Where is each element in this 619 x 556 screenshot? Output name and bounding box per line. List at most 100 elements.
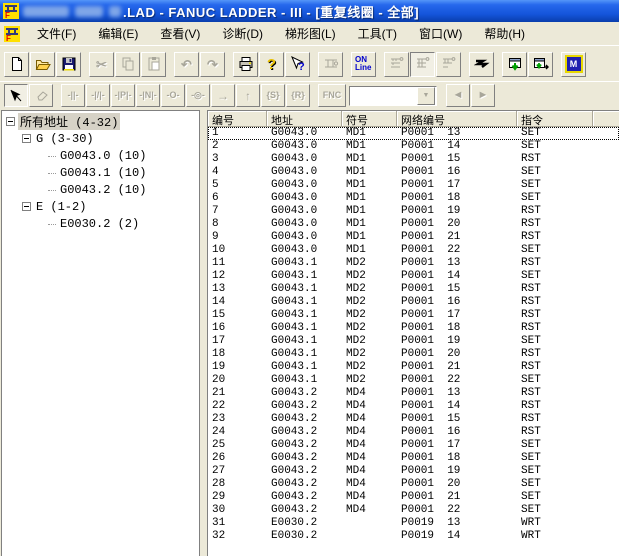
save-button[interactable] bbox=[56, 51, 81, 77]
cell-network: P0001 18 bbox=[401, 322, 461, 334]
net-view-2-button[interactable] bbox=[410, 51, 435, 77]
ladder-edit-button[interactable] bbox=[318, 51, 343, 77]
collapse-toggle[interactable] bbox=[6, 117, 15, 126]
table-row[interactable]: 9 G0043.0 MD1 P0001 21 RST bbox=[208, 231, 619, 244]
cell-number: 20 bbox=[212, 374, 226, 386]
context-help-button[interactable]: ? bbox=[285, 51, 310, 77]
table-row[interactable]: 3 G0043.0 MD1 P0001 15 RST bbox=[208, 153, 619, 166]
table-row[interactable]: 27 G0043.2 MD4 P0001 19 SET bbox=[208, 465, 619, 478]
tree-item-e-group[interactable]: E (1-2) bbox=[22, 200, 199, 214]
table-row[interactable]: 29 G0043.2 MD4 P0001 21 SET bbox=[208, 491, 619, 504]
contact-no-button[interactable]: -||- bbox=[61, 84, 85, 107]
document-icon[interactable]: F bbox=[4, 25, 20, 43]
select-tool-button[interactable] bbox=[4, 84, 28, 107]
table-row[interactable]: 31 E0030.2 P0019 13 WRT bbox=[208, 517, 619, 530]
import-net-button[interactable] bbox=[502, 51, 527, 77]
table-row[interactable]: 10 G0043.0 MD1 P0001 22 SET bbox=[208, 244, 619, 257]
table-row[interactable]: 4 G0043.0 MD1 P0001 16 SET bbox=[208, 166, 619, 179]
tree-item-all-addresses[interactable]: 所有地址 (4-32) bbox=[6, 113, 199, 130]
tree-item-e0030-2[interactable]: E0030.2 (2) bbox=[48, 217, 199, 231]
help-button[interactable]: ? bbox=[259, 51, 284, 77]
net-view-3-button[interactable] bbox=[436, 51, 461, 77]
table-row[interactable]: 22 G0043.2 MD4 P0001 14 RST bbox=[208, 400, 619, 413]
contact-nc-button[interactable]: -|/|- bbox=[86, 84, 110, 107]
collapse-toggle[interactable] bbox=[22, 134, 31, 143]
tree-item-g-group[interactable]: G (3-30) bbox=[22, 132, 199, 146]
table-row[interactable]: 8 G0043.0 MD1 P0001 20 RST bbox=[208, 218, 619, 231]
menu-edit[interactable]: 编辑(E) bbox=[87, 23, 149, 44]
table-row[interactable]: 16 G0043.1 MD2 P0001 18 RST bbox=[208, 322, 619, 335]
table-row[interactable]: 32 E0030.2 P0019 14 WRT bbox=[208, 530, 619, 543]
column-header-network[interactable]: 网络编号 bbox=[397, 111, 517, 127]
undo-button[interactable]: ↶ bbox=[174, 51, 199, 77]
contact-falling-button[interactable]: -|N|- bbox=[136, 84, 160, 107]
cell-number: 10 bbox=[212, 244, 226, 256]
paste-button[interactable] bbox=[141, 51, 166, 77]
table-row[interactable]: 30 G0043.2 MD4 P0001 22 SET bbox=[208, 504, 619, 517]
table-row[interactable]: 13 G0043.1 MD2 P0001 15 RST bbox=[208, 283, 619, 296]
redo-button[interactable]: ↷ bbox=[200, 51, 225, 77]
horizontal-line-button[interactable]: → bbox=[211, 84, 235, 107]
export-net-button[interactable] bbox=[528, 51, 553, 77]
collapse-toggle[interactable] bbox=[22, 202, 31, 211]
cell-network: P0001 18 bbox=[401, 452, 461, 464]
table-row[interactable]: 2 G0043.0 MD1 P0001 14 SET bbox=[208, 140, 619, 153]
function-combo[interactable]: ▼ bbox=[349, 85, 437, 106]
table-row[interactable]: 1 G0043.0 MD1 P0001 13 SET bbox=[208, 127, 619, 140]
fnc-button[interactable]: FNC bbox=[318, 84, 346, 107]
menu-tools[interactable]: 工具(T) bbox=[347, 23, 408, 44]
online-monitor-button[interactable]: ON Line bbox=[351, 51, 376, 77]
table-row[interactable]: 17 G0043.1 MD2 P0001 19 SET bbox=[208, 335, 619, 348]
tree-item-g0043-2[interactable]: G0043.2 (10) bbox=[48, 183, 199, 197]
cell-symbol: MD2 bbox=[346, 374, 366, 386]
print-button[interactable] bbox=[233, 51, 258, 77]
table-row[interactable]: 23 G0043.2 MD4 P0001 15 RST bbox=[208, 413, 619, 426]
table-row[interactable]: 28 G0043.2 MD4 P0001 20 SET bbox=[208, 478, 619, 491]
next-coil-button[interactable]: ► bbox=[471, 84, 495, 107]
column-header-number[interactable]: 编号 bbox=[208, 111, 267, 127]
table-row[interactable]: 6 G0043.0 MD1 P0001 18 SET bbox=[208, 192, 619, 205]
open-file-button[interactable] bbox=[30, 51, 55, 77]
menu-diagnose[interactable]: 诊断(D) bbox=[211, 23, 274, 44]
table-row[interactable]: 24 G0043.2 MD4 P0001 16 RST bbox=[208, 426, 619, 439]
collapse-net-button[interactable] bbox=[469, 51, 494, 77]
reset-coil-button[interactable]: {R} bbox=[286, 84, 310, 107]
column-header-symbol[interactable]: 符号 bbox=[342, 111, 397, 127]
tree-item-g0043-0[interactable]: G0043.0 (10) bbox=[48, 149, 199, 163]
table-row[interactable]: 20 G0043.1 MD2 P0001 22 SET bbox=[208, 374, 619, 387]
contact-rising-button[interactable]: -|P|- bbox=[111, 84, 135, 107]
table-row[interactable]: 12 G0043.1 MD2 P0001 14 SET bbox=[208, 270, 619, 283]
column-header-instruction[interactable]: 指令 bbox=[517, 111, 593, 127]
menu-ladder[interactable]: 梯形图(L) bbox=[274, 23, 347, 44]
table-row[interactable]: 5 G0043.0 MD1 P0001 17 SET bbox=[208, 179, 619, 192]
mnemonic-button[interactable]: M bbox=[561, 51, 586, 77]
table-row[interactable]: 21 G0043.2 MD4 P0001 13 RST bbox=[208, 387, 619, 400]
menu-view[interactable]: 查看(V) bbox=[149, 23, 211, 44]
cut-button[interactable]: ✂ bbox=[89, 51, 114, 77]
table-row[interactable]: 14 G0043.1 MD2 P0001 16 RST bbox=[208, 296, 619, 309]
table-row[interactable]: 11 G0043.1 MD2 P0001 13 RST bbox=[208, 257, 619, 270]
eraser-button[interactable] bbox=[29, 84, 53, 107]
set-coil-button[interactable]: {S} bbox=[261, 84, 285, 107]
chevron-down-icon[interactable]: ▼ bbox=[417, 86, 435, 105]
table-row[interactable]: 18 G0043.1 MD2 P0001 20 RST bbox=[208, 348, 619, 361]
column-header-address[interactable]: 地址 bbox=[267, 111, 342, 127]
new-file-button[interactable] bbox=[4, 51, 29, 77]
table-row[interactable]: 15 G0043.1 MD2 P0001 17 RST bbox=[208, 309, 619, 322]
coil-button[interactable]: -O- bbox=[161, 84, 185, 107]
prev-coil-button[interactable]: ◄ bbox=[446, 84, 470, 107]
table-row[interactable]: 7 G0043.0 MD1 P0001 19 RST bbox=[208, 205, 619, 218]
table-row[interactable]: 25 G0043.2 MD4 P0001 17 SET bbox=[208, 439, 619, 452]
menu-window[interactable]: 窗口(W) bbox=[408, 23, 473, 44]
copy-button[interactable] bbox=[115, 51, 140, 77]
tree-item-g0043-1[interactable]: G0043.1 (10) bbox=[48, 166, 199, 180]
menu-help[interactable]: 帮助(H) bbox=[473, 23, 536, 44]
coil-negated-button[interactable]: -◎- bbox=[186, 84, 210, 107]
cell-address: G0043.1 bbox=[271, 257, 318, 269]
table-row[interactable]: 19 G0043.1 MD2 P0001 21 RST bbox=[208, 361, 619, 374]
cell-address: G0043.0 bbox=[271, 205, 318, 217]
net-view-1-button[interactable] bbox=[384, 51, 409, 77]
vertical-line-button[interactable]: ↑ bbox=[236, 84, 260, 107]
table-row[interactable]: 26 G0043.2 MD4 P0001 18 SET bbox=[208, 452, 619, 465]
menu-file[interactable]: 文件(F) bbox=[26, 23, 87, 44]
